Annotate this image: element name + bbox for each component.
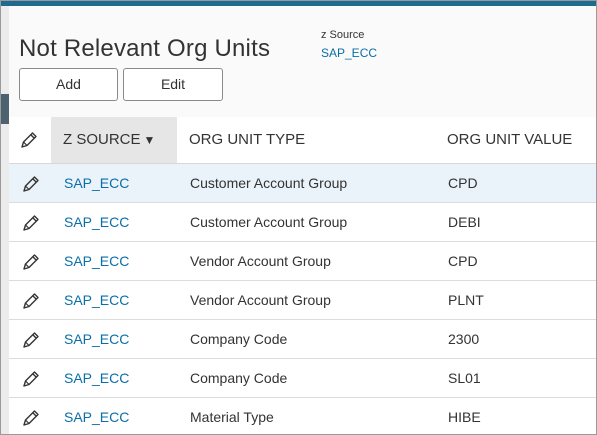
cell-z-source[interactable]: SAP_ECC xyxy=(64,164,129,202)
z-source-link[interactable]: SAP_ECC xyxy=(321,46,377,60)
app-window: Not Relevant Org Units z Source SAP_ECC … xyxy=(0,0,597,435)
cell-org-unit-type: Material Type xyxy=(190,409,274,425)
column-header-org-unit-value[interactable]: ORG UNIT VALUE xyxy=(447,117,572,163)
pencil-icon xyxy=(23,176,39,192)
z-source-label: z Source xyxy=(321,29,365,41)
pencil-icon xyxy=(23,215,39,231)
row-edit-button[interactable] xyxy=(21,164,45,202)
cell-org-unit-value: PLNT xyxy=(448,292,484,308)
edit-button[interactable]: Edit xyxy=(123,68,223,101)
cell-org-unit-value: CPD xyxy=(448,253,478,269)
header-edit-column xyxy=(19,117,47,163)
cell-org-unit-type: Customer Account Group xyxy=(190,175,348,191)
cell-org-unit-type: Company Code xyxy=(190,331,288,347)
table-row[interactable]: SAP_ECC Material Type HIBE xyxy=(9,398,596,434)
cell-org-unit-value: SL01 xyxy=(448,370,481,386)
cell-org-unit-value: HIBE xyxy=(448,409,481,425)
cell-org-unit-value: 2300 xyxy=(448,331,480,347)
table-row[interactable]: SAP_ECC Company Code SL01 xyxy=(9,359,596,398)
cell-org-unit-type: Vendor Account Group xyxy=(190,292,331,308)
row-edit-button[interactable] xyxy=(21,203,45,241)
page-title: Not Relevant Org Units xyxy=(19,35,271,62)
cell-z-source[interactable]: SAP_ECC xyxy=(64,398,129,434)
pencil-icon xyxy=(23,293,39,309)
pencil-icon xyxy=(23,410,39,426)
main-panel: Not Relevant Org Units z Source SAP_ECC … xyxy=(9,6,596,434)
table-row[interactable]: SAP_ECC Vendor Account Group PLNT xyxy=(9,281,596,320)
cell-org-unit-type: Company Code xyxy=(190,370,288,386)
pencil-icon xyxy=(21,132,37,148)
row-edit-button[interactable] xyxy=(21,398,45,434)
cell-org-unit-value: CPD xyxy=(448,175,478,191)
cell-z-source[interactable]: SAP_ECC xyxy=(64,320,129,358)
cell-org-unit-value: DEBI xyxy=(448,214,481,230)
pencil-icon xyxy=(23,371,39,387)
cell-z-source[interactable]: SAP_ECC xyxy=(64,242,129,280)
table-row[interactable]: SAP_ECC Vendor Account Group CPD xyxy=(9,242,596,281)
cell-org-unit-type: Vendor Account Group xyxy=(190,253,331,269)
add-button[interactable]: Add xyxy=(19,68,118,101)
cell-org-unit-type: Customer Account Group xyxy=(190,214,348,230)
pencil-icon xyxy=(23,332,39,348)
table-row[interactable]: SAP_ECC Company Code 2300 xyxy=(9,320,596,359)
row-edit-button[interactable] xyxy=(21,242,45,280)
side-nav-strip xyxy=(1,6,9,434)
row-edit-button[interactable] xyxy=(21,320,45,358)
table-row[interactable]: SAP_ECC Customer Account Group CPD xyxy=(9,164,596,203)
table-row[interactable]: SAP_ECC Customer Account Group DEBI xyxy=(9,203,596,242)
cell-z-source[interactable]: SAP_ECC xyxy=(64,281,129,319)
column-header-z-source[interactable]: Z SOURCE ▼ xyxy=(51,117,177,163)
column-header-org-unit-type[interactable]: ORG UNIT TYPE xyxy=(189,117,305,163)
pencil-icon xyxy=(23,254,39,270)
row-edit-button[interactable] xyxy=(21,359,45,397)
cell-z-source[interactable]: SAP_ECC xyxy=(64,203,129,241)
org-units-table: Z SOURCE ▼ ORG UNIT TYPE ORG UNIT VALUE S… xyxy=(9,117,596,434)
side-nav-marker[interactable] xyxy=(1,94,9,124)
cell-z-source[interactable]: SAP_ECC xyxy=(64,359,129,397)
column-header-z-source-label: Z SOURCE xyxy=(63,131,141,148)
sort-descending-icon: ▼ xyxy=(143,133,156,147)
row-edit-button[interactable] xyxy=(21,281,45,319)
table-header: Z SOURCE ▼ ORG UNIT TYPE ORG UNIT VALUE xyxy=(9,117,596,164)
